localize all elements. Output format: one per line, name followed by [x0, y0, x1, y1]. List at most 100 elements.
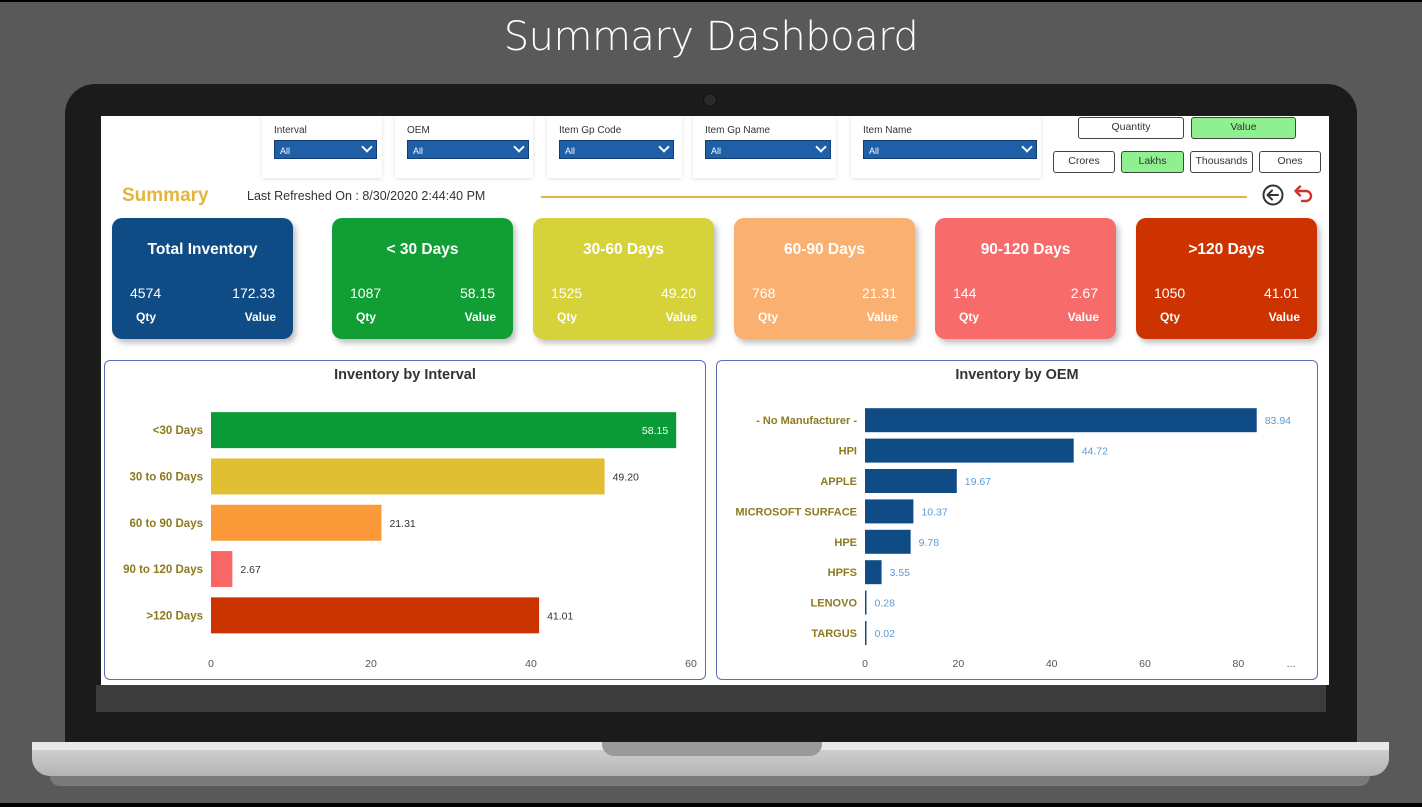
bar[interactable] [211, 597, 540, 634]
data-label: 0.02 [875, 628, 896, 640]
card-value-label: Value [866, 310, 898, 324]
category-label: 30 to 60 Days [129, 471, 203, 483]
data-label: 49.20 [613, 471, 639, 483]
item-name-dropdown[interactable]: All [863, 140, 1037, 159]
interval-chart-panel: Inventory by Interval <30 Days 58.15 30 to… [104, 360, 706, 680]
data-label: 58.15 [642, 425, 668, 437]
card-title: >120 Days [1188, 241, 1265, 258]
laptop-bezel [96, 685, 1326, 712]
back-arrow-icon[interactable] [1262, 184, 1284, 206]
value-toggle[interactable]: Value [1191, 117, 1296, 139]
oem-dropdown[interactable]: All [407, 140, 529, 159]
oem-chart-panel: Inventory by OEM - No Manufacturer -83.9… [716, 360, 1318, 680]
card-qty-label: Qty [758, 310, 779, 324]
kpi-card[interactable]: 90-120 Days 144 2.67 Qty Value [935, 218, 1116, 339]
chevron-down-icon [513, 141, 525, 153]
category-label: APPLE [820, 476, 857, 488]
category-label: >120 Days [146, 610, 203, 622]
chevron-down-icon [1021, 141, 1033, 153]
bar[interactable] [211, 412, 677, 449]
kpi-card[interactable]: < 30 Days 1087 58.15 Qty Value [332, 218, 513, 339]
chevron-down-icon [361, 141, 373, 153]
interval-dropdown[interactable]: All [274, 140, 377, 159]
undo-icon[interactable] [1291, 182, 1315, 206]
data-label: 21.31 [389, 518, 415, 530]
category-label: HPI [839, 446, 857, 458]
lakhs-toggle[interactable]: Lakhs [1121, 151, 1184, 173]
laptop-base-shadow [50, 776, 1370, 786]
interval-bar-chart: <30 Days 58.15 30 to 60 Days 49.20 60 to 90 … [123, 412, 697, 670]
slicer-label: Interval [274, 125, 307, 136]
card-title: 30-60 Days [582, 241, 664, 258]
kpi-card[interactable]: >120 Days 1050 41.01 Qty Value [1136, 218, 1317, 339]
bar[interactable] [865, 621, 867, 645]
category-label: LENOVO [811, 598, 858, 610]
category-label: 60 to 90 Days [129, 518, 203, 530]
bar[interactable] [865, 499, 914, 524]
card-value-label: Value [1067, 310, 1099, 324]
x-tick-label: 20 [365, 658, 377, 670]
crores-toggle[interactable]: Crores [1053, 151, 1115, 173]
bar[interactable] [865, 529, 911, 554]
card-amount-value: 49.20 [660, 285, 696, 301]
x-tick-label: 80 [1232, 658, 1244, 670]
dropdown-value: All [869, 146, 880, 156]
quantity-toggle[interactable]: Quantity [1078, 117, 1184, 139]
thousands-toggle[interactable]: Thousands [1190, 151, 1253, 173]
card-qty-value: 768 [752, 285, 776, 301]
bar[interactable] [865, 560, 882, 585]
card-value-label: Value [665, 310, 697, 324]
page-title: Summary Dashboard [503, 14, 919, 60]
card-value-label: Value [244, 310, 276, 324]
kpi-card[interactable]: 30-60 Days 1525 49.20 Qty Value [533, 218, 714, 339]
data-label: 83.94 [1265, 415, 1291, 427]
dropdown-value: All [711, 146, 722, 156]
card-qty-label: Qty [1160, 310, 1181, 324]
slicer-item-gp-code: Item Gp Code All [547, 116, 682, 178]
x-tick-label: 0 [208, 658, 214, 670]
kpi-card[interactable]: 60-90 Days 768 21.31 Qty Value [734, 218, 915, 339]
category-label: TARGUS [811, 628, 857, 640]
dropdown-value: All [413, 146, 424, 156]
card-qty-value: 4574 [130, 285, 162, 301]
x-tick-label: 20 [952, 658, 964, 670]
dropdown-value: All [565, 146, 576, 156]
category-label: <30 Days [153, 425, 203, 437]
slicer-label: OEM [407, 125, 430, 136]
bar[interactable] [211, 504, 382, 541]
x-tick-label: 40 [1046, 658, 1058, 670]
ones-toggle[interactable]: Ones [1259, 151, 1321, 173]
bar[interactable] [865, 438, 1074, 463]
data-label: 3.55 [890, 567, 911, 579]
card-amount-value: 21.31 [861, 285, 897, 301]
bar[interactable] [211, 551, 233, 588]
card-qty-value: 1050 [1154, 285, 1186, 301]
kpi-card[interactable]: Total Inventory 4574 172.33 Qty Value [112, 218, 293, 339]
data-label: 0.28 [875, 598, 896, 610]
oem-bar-chart: - No Manufacturer - 83.94 HPI 44.72 APPLE 19.… [735, 408, 1295, 670]
dropdown-value: All [280, 146, 291, 156]
x-tick-label: 40 [525, 658, 537, 670]
divider-line [541, 196, 1247, 198]
x-tick-label: 60 [1139, 658, 1151, 670]
bar[interactable] [211, 458, 605, 495]
bar[interactable] [865, 469, 957, 493]
summary-title: Summary [122, 185, 209, 206]
item-gp-code-dropdown[interactable]: All [559, 140, 674, 159]
bar[interactable] [865, 590, 867, 615]
webcam-icon [703, 93, 717, 107]
slicer-item-name: Item Name All [851, 116, 1041, 178]
category-label: HPE [834, 537, 857, 549]
card-value-label: Value [1268, 310, 1300, 324]
card-title: < 30 Days [386, 241, 459, 258]
bar[interactable] [865, 408, 1257, 433]
slicer-item-gp-name: Item Gp Name All [693, 116, 836, 178]
card-title: 60-90 Days [783, 241, 865, 258]
data-label: 2.67 [240, 564, 261, 576]
chevron-down-icon [658, 141, 670, 153]
x-tick-label: 0 [862, 658, 868, 670]
item-gp-name-dropdown[interactable]: All [705, 140, 831, 159]
card-qty-label: Qty [136, 310, 157, 324]
card-amount-value: 41.01 [1263, 285, 1299, 301]
chevron-down-icon [815, 141, 827, 153]
